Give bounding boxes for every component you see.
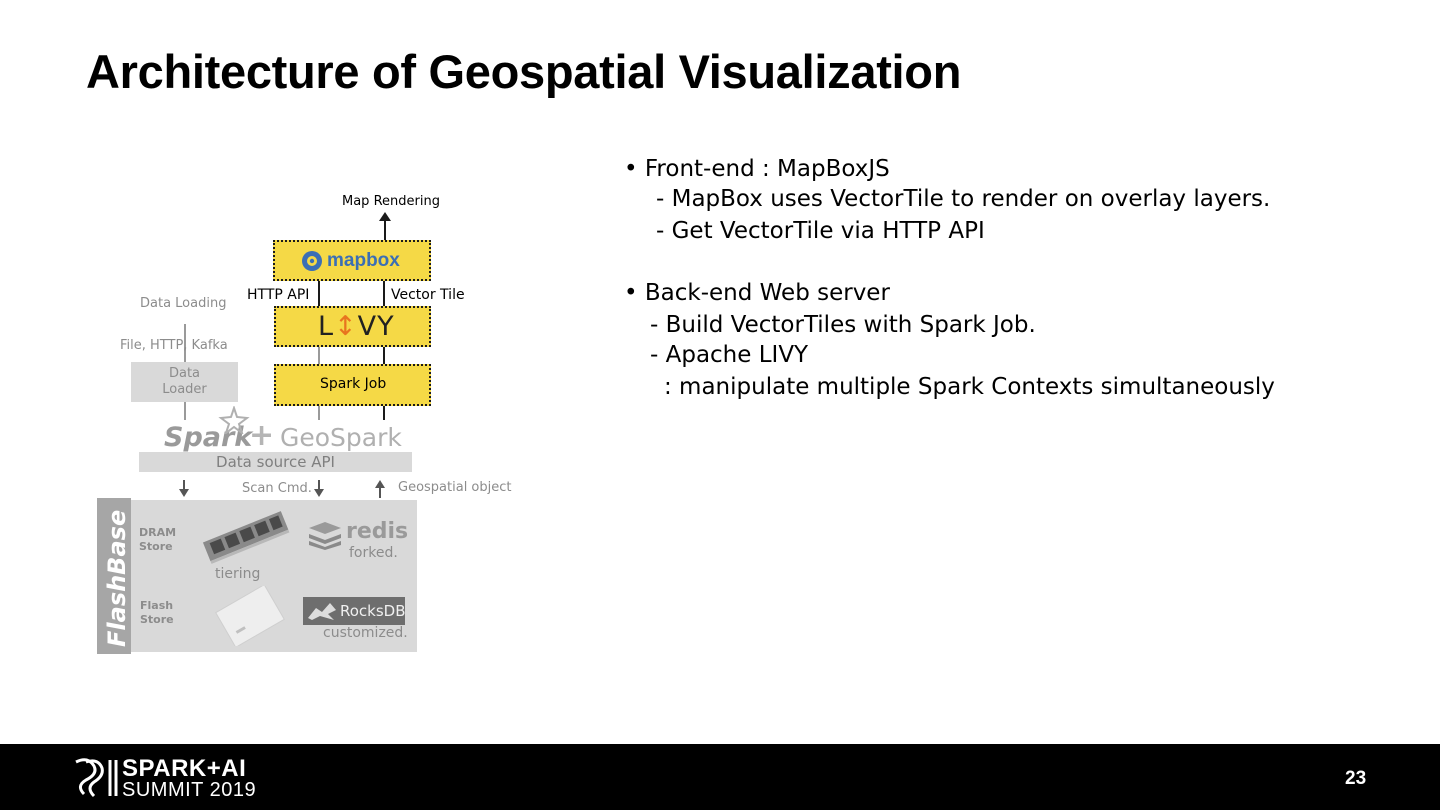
- connector-line: [318, 347, 320, 364]
- data-source-api-label: Data source API: [216, 453, 335, 471]
- data-source-api-bar: Data source API: [139, 452, 412, 472]
- map-rendering-label: Map Rendering: [342, 194, 440, 209]
- dram-store-line2: Store: [139, 540, 173, 553]
- data-loader-line2: Loader: [162, 382, 207, 397]
- http-api-label: HTTP API: [247, 287, 310, 303]
- bullet-backend-sub1: - Build VectorTiles with Spark Job.: [650, 312, 1036, 338]
- data-loader-line1: Data: [168, 366, 201, 381]
- livy-arrow-icon: ↕: [334, 311, 358, 342]
- bullet-backend-sub3: : manipulate multiple Spark Contexts sim…: [664, 374, 1275, 400]
- redis-icon: [309, 522, 341, 550]
- data-loader-box: Data Loader: [131, 362, 238, 402]
- connector-line: [184, 402, 186, 420]
- plus-sign: +: [249, 418, 275, 453]
- page-number: 23: [1345, 768, 1367, 789]
- bullet-backend: • Back-end Web server: [624, 280, 890, 306]
- arrow-down-icon: [179, 480, 189, 497]
- flash-store-label: Flash Store: [140, 599, 174, 627]
- livy-box: L↕VY: [274, 306, 431, 347]
- livy-text-left: L: [318, 311, 335, 342]
- vector-tile-line: [383, 281, 385, 307]
- connector-line: [383, 406, 385, 420]
- connector-line: [318, 406, 320, 420]
- file-http-kafka-label: File, HTTP, Kafka: [120, 338, 228, 353]
- arrow-up-icon: [375, 480, 385, 498]
- geospark-logo: GeoSpark: [280, 423, 402, 452]
- arrow-down-icon: [314, 480, 324, 497]
- vector-tile-label: Vector Tile: [391, 287, 465, 303]
- flash-store-line1: Flash: [140, 599, 174, 612]
- rocksdb-logo-text: RocksDB: [340, 602, 406, 620]
- dram-module-icon: [202, 511, 290, 564]
- rocksdb-icon: [308, 603, 336, 620]
- redis-logo-text: redis: [346, 519, 409, 544]
- mapbox-box: mapbox: [273, 240, 431, 281]
- data-loading-label: Data Loading: [140, 296, 227, 311]
- footer-brand-line2: SUMMIT 2019: [122, 779, 257, 801]
- dram-store-line1: DRAM: [139, 526, 177, 539]
- scan-cmd-label: Scan Cmd.: [242, 481, 312, 496]
- http-api-line: [318, 281, 320, 307]
- redis-forked-label: forked.: [349, 545, 398, 561]
- bullet-backend-sub2: - Apache LIVY: [650, 342, 809, 368]
- ssd-card-icon: [215, 586, 285, 646]
- livy-text-right: VY: [357, 311, 395, 342]
- flash-store-line2: Store: [140, 613, 174, 626]
- architecture-diagram: Map Rendering mapbox HTTP API Vector Til…: [0, 0, 600, 700]
- rocksdb-logo-box: RocksDB: [303, 597, 406, 625]
- tiering-label: tiering: [215, 566, 261, 582]
- flashbase-logo: FlashBase: [103, 509, 131, 647]
- bullet-frontend: • Front-end : MapBoxJS: [624, 156, 890, 182]
- spark-job-box: Spark Job: [274, 364, 431, 406]
- spark-star-icon: [218, 406, 250, 434]
- bullet-frontend-sub2: - Get VectorTile via HTTP API: [656, 218, 985, 244]
- bullet-frontend-sub1: - MapBox uses VectorTile to render on ov…: [656, 186, 1271, 212]
- arrow-up-icon: [379, 212, 391, 241]
- connector-line: [383, 347, 385, 364]
- mapbox-icon: [302, 251, 322, 271]
- rocksdb-customized-label: customized.: [323, 625, 408, 641]
- spark-ai-summit-logo-icon: [75, 758, 118, 798]
- mapbox-logo-text: mapbox: [327, 250, 400, 271]
- spark-job-label: Spark Job: [320, 376, 387, 392]
- geospatial-object-label: Geospatial object: [398, 480, 512, 495]
- dram-store-label: DRAM Store: [139, 526, 176, 554]
